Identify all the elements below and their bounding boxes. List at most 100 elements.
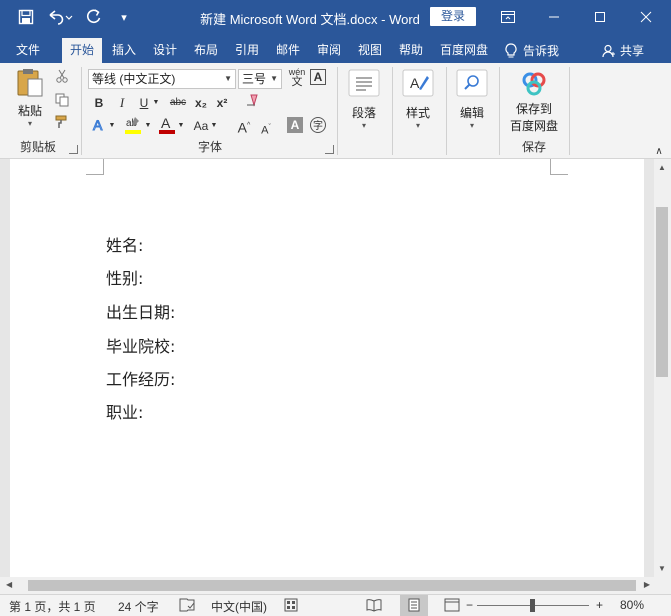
tab-design[interactable]: 设计 — [147, 38, 183, 63]
page-count[interactable]: 第 1 页，共 1 页 — [9, 598, 96, 615]
clear-formatting-icon[interactable] — [244, 93, 262, 111]
tab-mailings[interactable]: 邮件 — [270, 38, 306, 63]
save-to-label-line1: 保存到 — [515, 102, 552, 116]
window-title: 新建 Microsoft Word 文档.docx - Word — [200, 12, 420, 27]
clipboard-launcher-icon[interactable] — [69, 145, 78, 154]
separator — [392, 67, 393, 155]
separator — [337, 67, 338, 155]
shrink-font-button[interactable]: Aˇ — [259, 119, 273, 137]
language[interactable]: 中文(中国) — [211, 598, 267, 615]
paragraph-label: 段落 — [351, 106, 376, 120]
crop-mark — [550, 159, 568, 175]
document-line-occupation[interactable]: 职业: — [106, 399, 143, 423]
tell-me-label: 告诉我 — [523, 43, 560, 58]
font-size-combo[interactable]: 三号 ▼ — [238, 69, 282, 89]
subscript-button[interactable]: x₂ — [192, 94, 210, 112]
font-color-icon[interactable]: A — [157, 115, 177, 134]
tab-layout[interactable]: 布局 — [188, 38, 224, 63]
font-group-label: 字体 — [197, 140, 222, 154]
tell-me-search[interactable]: 告诉我 — [505, 38, 559, 63]
tab-references[interactable]: 引用 — [229, 38, 265, 63]
document-line-birthdate[interactable]: 出生日期: — [106, 299, 175, 323]
crop-mark — [86, 159, 104, 175]
zoom-slider-thumb[interactable] — [530, 599, 535, 612]
change-case-button[interactable]: Aa — [192, 117, 210, 135]
bold-button[interactable]: B — [91, 94, 107, 112]
tab-review[interactable]: 审阅 — [311, 38, 347, 63]
chevron-down-icon: ▼ — [224, 74, 232, 83]
paste-button[interactable]: 粘贴 ▾ — [12, 67, 48, 128]
copy-icon[interactable] — [54, 93, 70, 111]
text-effects-icon[interactable]: A — [90, 117, 108, 135]
close-icon[interactable] — [623, 0, 669, 34]
paragraph-button[interactable]: 段落 ▾ — [344, 69, 384, 130]
chevron-down-icon[interactable]: ▼ — [151, 94, 161, 112]
styles-button[interactable]: A 样式 ▾ — [398, 69, 438, 130]
minimize-icon[interactable] — [531, 0, 577, 34]
zoom-in-button[interactable]: + — [596, 598, 603, 612]
document-page[interactable]: 姓名: 性别: 出生日期: 毕业院校: 工作经历: 职业: — [10, 159, 644, 577]
strikethrough-button[interactable]: abc — [168, 94, 188, 112]
cut-icon[interactable] — [54, 69, 70, 87]
ribbon-tabs: 文件 开始 插入 设计 布局 引用 邮件 审阅 视图 帮助 百度网盘 告诉我 共… — [0, 34, 671, 63]
read-mode-icon[interactable] — [366, 598, 382, 615]
scroll-left-icon[interactable]: ◀ — [6, 580, 12, 589]
login-button[interactable]: 登录 — [430, 7, 476, 26]
character-shading-icon[interactable]: A — [287, 117, 303, 133]
tab-baidu-netdisk[interactable]: 百度网盘 — [434, 38, 494, 63]
zoom-out-button[interactable]: − — [466, 598, 473, 612]
proofing-icon[interactable] — [179, 598, 195, 615]
italic-button[interactable]: I — [114, 94, 130, 112]
chevron-down-icon[interactable]: ▼ — [210, 117, 218, 135]
web-layout-icon[interactable] — [444, 598, 460, 615]
enclose-characters-icon[interactable]: 字 — [309, 116, 327, 134]
document-line-school[interactable]: 毕业院校: — [106, 333, 175, 357]
tab-insert[interactable]: 插入 — [106, 38, 142, 63]
ribbon-display-options-icon[interactable] — [485, 0, 531, 34]
phonetic-guide-button[interactable]: wén 文 — [287, 67, 307, 91]
clipboard-paste-icon — [17, 69, 43, 97]
underline-button[interactable]: U — [137, 94, 151, 112]
separator — [81, 67, 82, 155]
font-launcher-icon[interactable] — [325, 145, 334, 154]
scroll-right-icon[interactable]: ▶ — [644, 580, 650, 589]
maximize-icon[interactable] — [577, 0, 623, 34]
word-count[interactable]: 24 个字 — [118, 598, 159, 615]
accessibility-icon[interactable] — [284, 598, 298, 615]
tab-file[interactable]: 文件 — [10, 38, 46, 63]
styles-label: 样式 — [405, 106, 430, 120]
chevron-down-icon[interactable]: ▼ — [108, 117, 116, 135]
format-painter-icon[interactable] — [54, 115, 70, 133]
tab-view[interactable]: 视图 — [352, 38, 388, 63]
shrink-font-label: A — [261, 124, 269, 137]
character-border-icon[interactable]: A — [310, 69, 326, 85]
document-line-gender[interactable]: 性别: — [106, 265, 143, 289]
grow-font-button[interactable]: A^ — [237, 117, 251, 136]
chevron-down-icon[interactable]: ▼ — [144, 117, 152, 135]
horizontal-scroll-thumb[interactable] — [28, 580, 636, 591]
document-line-experience[interactable]: 工作经历: — [106, 366, 175, 390]
svg-text:字: 字 — [313, 119, 323, 132]
vertical-scrollbar[interactable]: ▲ ▼ — [654, 159, 671, 577]
separator — [499, 67, 500, 155]
horizontal-scrollbar[interactable]: ◀ ▶ — [0, 577, 654, 594]
separator — [446, 67, 447, 155]
chevron-down-icon[interactable]: ▼ — [177, 117, 185, 135]
save-to-label-line2: 百度网盘 — [509, 119, 558, 133]
scroll-down-icon[interactable]: ▼ — [658, 564, 666, 573]
vertical-scroll-thumb[interactable] — [656, 207, 668, 377]
print-layout-icon[interactable] — [400, 595, 428, 616]
tab-help[interactable]: 帮助 — [393, 38, 429, 63]
save-to-baidu-netdisk-button[interactable]: 保存到 百度网盘 — [504, 71, 564, 134]
highlight-color-icon[interactable]: ab — [122, 115, 144, 134]
svg-text:A: A — [93, 117, 103, 133]
paste-label: 粘贴 — [17, 104, 42, 118]
scroll-up-icon[interactable]: ▲ — [658, 163, 666, 172]
document-line-name[interactable]: 姓名: — [106, 232, 143, 256]
share-button[interactable]: 共享 — [602, 38, 644, 63]
editing-button[interactable]: 编辑 ▾ — [452, 69, 492, 130]
tab-home[interactable]: 开始 — [62, 38, 102, 63]
zoom-level[interactable]: 80% — [620, 598, 644, 612]
font-name-combo[interactable]: 等线 (中文正文) ▼ — [88, 69, 236, 89]
superscript-button[interactable]: x² — [213, 94, 231, 112]
